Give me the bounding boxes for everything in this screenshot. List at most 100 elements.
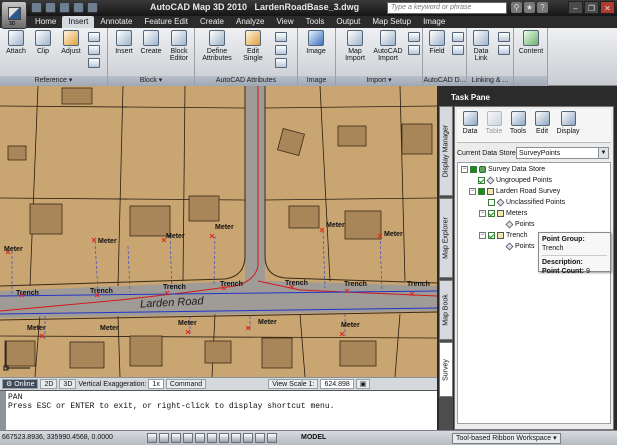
- map-import-button[interactable]: Map Import: [340, 30, 370, 62]
- checkbox-trench[interactable]: [488, 231, 495, 239]
- tree-node-unclassified-points[interactable]: Unclassified Points: [488, 198, 565, 208]
- tree-node-meter-points[interactable]: Points: [505, 220, 534, 230]
- edit-tool-button[interactable]: Edit: [531, 111, 553, 135]
- osnap-toggle[interactable]: [195, 433, 205, 443]
- help-icon[interactable]: ?: [537, 2, 548, 13]
- define-attributes-button[interactable]: Define Attributes: [199, 30, 235, 62]
- attributes-mini-icon-2[interactable]: [275, 45, 287, 55]
- reference-mini-icon-1[interactable]: [88, 32, 100, 42]
- otrack-toggle[interactable]: [207, 433, 217, 443]
- data-mini-icon-1[interactable]: [452, 32, 464, 42]
- tree-node-ungrouped-points[interactable]: Ungrouped Points: [478, 176, 552, 186]
- tab-annotate[interactable]: Annotate: [94, 16, 138, 28]
- online-button[interactable]: ⚙ Online: [2, 379, 39, 389]
- restore-button[interactable]: ❐: [584, 1, 599, 14]
- tools-tool-button[interactable]: Tools: [507, 111, 529, 135]
- checkbox-meters[interactable]: [488, 209, 495, 217]
- data-mini-icon-2[interactable]: [452, 45, 464, 55]
- command-button[interactable]: Command: [165, 379, 207, 389]
- view-scale-input[interactable]: 624.898: [320, 379, 354, 389]
- qp-toggle[interactable]: [255, 433, 265, 443]
- tab-create[interactable]: Create: [194, 16, 230, 28]
- panel-block-title[interactable]: Block ▾: [108, 76, 194, 86]
- import-mini-icon-1[interactable]: [408, 32, 420, 42]
- create-block-button[interactable]: Create: [138, 30, 164, 55]
- lwt-toggle[interactable]: [243, 433, 253, 443]
- model-space-button[interactable]: MODEL: [301, 434, 326, 441]
- snap-toggle[interactable]: [147, 433, 157, 443]
- import-mini-icon-2[interactable]: [408, 45, 420, 55]
- collapse-icon[interactable]: −: [479, 231, 486, 239]
- tab-display-manager[interactable]: Display Manager: [439, 106, 453, 196]
- tree-node-trench[interactable]: − Trench: [479, 231, 528, 241]
- ducs-toggle[interactable]: [219, 433, 229, 443]
- grid-toggle[interactable]: [159, 433, 169, 443]
- insert-block-button[interactable]: Insert: [112, 30, 136, 55]
- tab-analyze[interactable]: Analyze: [230, 16, 270, 28]
- command-window[interactable]: PAN Press ESC or ENTER to exit, or right…: [0, 390, 437, 431]
- tab-map-book[interactable]: Map Book: [439, 280, 453, 340]
- table-tool-button[interactable]: Table: [483, 111, 505, 135]
- collapse-icon[interactable]: −: [469, 187, 476, 195]
- linking-mini-icon-2[interactable]: [498, 45, 510, 55]
- tab-map-setup[interactable]: Map Setup: [366, 16, 417, 28]
- polar-toggle[interactable]: [183, 433, 193, 443]
- tab-feature-edit[interactable]: Feature Edit: [138, 16, 194, 28]
- tab-survey[interactable]: Survey: [439, 342, 453, 397]
- checkbox-unclassified-points[interactable]: [488, 198, 495, 206]
- view-2d-button[interactable]: 2D: [40, 379, 58, 389]
- tab-view[interactable]: View: [270, 16, 299, 28]
- ortho-toggle[interactable]: [171, 433, 181, 443]
- drawing-canvas[interactable]: Meter Meter Meter Meter Meter Meter Mete…: [0, 86, 437, 377]
- image-button[interactable]: Image: [302, 30, 330, 55]
- sc-toggle[interactable]: [267, 433, 277, 443]
- command-window-grip[interactable]: [0, 391, 6, 431]
- tree-node-survey-data-store[interactable]: − Survey Data Store: [461, 165, 545, 175]
- clip-button[interactable]: Clip: [32, 30, 54, 55]
- tree-node-trench-points[interactable]: Points: [505, 242, 534, 252]
- block-editor-button[interactable]: Block Editor: [166, 30, 192, 62]
- vertical-exaggeration-select[interactable]: 1x: [148, 379, 164, 389]
- attach-button[interactable]: Attach: [4, 30, 28, 55]
- tab-tools[interactable]: Tools: [300, 16, 331, 28]
- open-icon[interactable]: [45, 2, 56, 13]
- close-button[interactable]: ✕: [600, 1, 615, 14]
- data-store-select[interactable]: SurveyPoints ▼: [516, 147, 609, 159]
- panel-import-title[interactable]: Import ▾: [336, 76, 422, 86]
- data-tool-button[interactable]: Data: [459, 111, 481, 135]
- attributes-mini-icon-1[interactable]: [275, 32, 287, 42]
- tab-home[interactable]: Home: [29, 16, 62, 28]
- tab-image[interactable]: Image: [417, 16, 451, 28]
- lock-icon[interactable]: ▣: [355, 379, 371, 389]
- collapse-icon[interactable]: −: [479, 209, 486, 217]
- adjust-button[interactable]: Adjust: [58, 30, 84, 55]
- content-button[interactable]: Content: [516, 30, 546, 55]
- data-link-button[interactable]: Data Link: [469, 30, 493, 62]
- binoculars-icon[interactable]: ⚲: [511, 2, 522, 13]
- undo-icon[interactable]: [73, 2, 84, 13]
- tab-output[interactable]: Output: [330, 16, 366, 28]
- panel-autocad-data-title[interactable]: AutoCAD D...: [423, 76, 466, 86]
- view-3d-button[interactable]: 3D: [59, 379, 77, 389]
- star-icon[interactable]: ★: [524, 2, 535, 13]
- collapse-icon[interactable]: −: [461, 165, 468, 173]
- minimize-button[interactable]: –: [568, 1, 583, 14]
- redo-icon[interactable]: [87, 2, 98, 13]
- attributes-mini-icon-3[interactable]: [275, 58, 287, 68]
- field-button[interactable]: Field: [425, 30, 449, 55]
- panel-reference-title[interactable]: Reference ▾: [0, 76, 107, 86]
- panel-attributes-title[interactable]: AutoCAD Attributes: [195, 76, 297, 86]
- tab-insert[interactable]: Insert: [62, 16, 95, 28]
- application-menu-button[interactable]: 3D: [1, 1, 27, 29]
- linking-mini-icon-1[interactable]: [498, 32, 510, 42]
- tree-node-meters[interactable]: − Meters: [479, 209, 527, 219]
- panel-linking-title[interactable]: Linking & ...: [467, 76, 513, 86]
- checkbox-survey-data-store[interactable]: [470, 165, 477, 173]
- tab-map-explorer[interactable]: Map Explorer: [439, 198, 453, 278]
- tree-node-larden-road-survey[interactable]: − Larden Road Survey: [469, 187, 560, 197]
- dyn-toggle[interactable]: [231, 433, 241, 443]
- checkbox-larden-road-survey[interactable]: [478, 187, 485, 195]
- workspace-switch[interactable]: Tool-based Ribbon Workspace ▾: [452, 433, 561, 444]
- panel-image-title[interactable]: Image: [298, 76, 335, 86]
- edit-single-button[interactable]: Edit Single: [237, 30, 269, 62]
